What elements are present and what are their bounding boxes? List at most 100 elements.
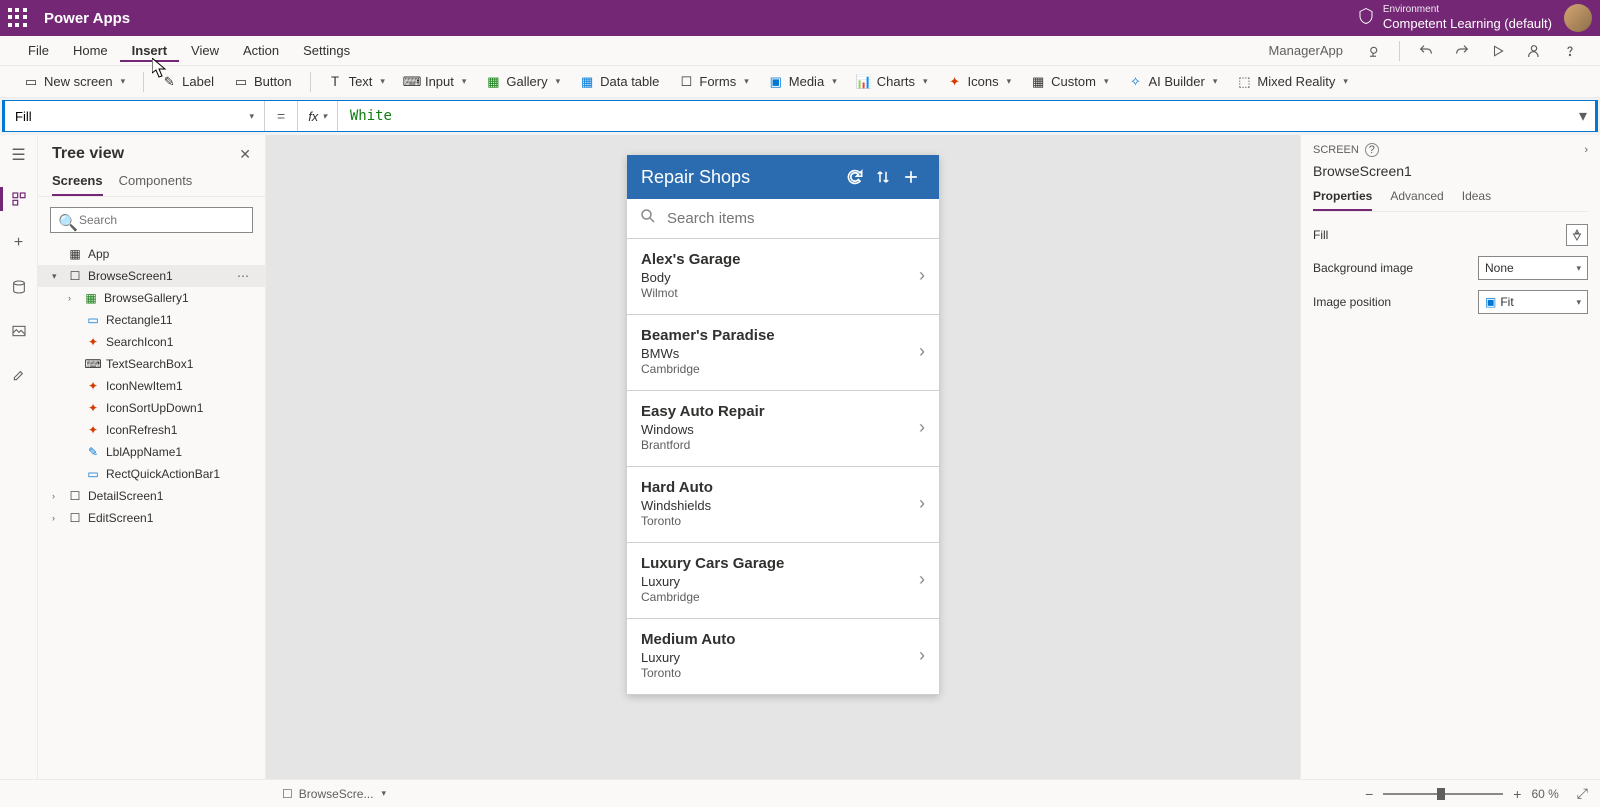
tree-item-detail-screen[interactable]: ›☐DetailScreen1: [38, 485, 265, 507]
list-item-title: Alex's Garage: [641, 251, 919, 268]
redo-button[interactable]: [1448, 37, 1476, 65]
menu-home[interactable]: Home: [61, 39, 120, 62]
props-collapse-icon[interactable]: ›: [1584, 144, 1588, 156]
custom-icon: ▦: [1031, 75, 1045, 89]
user-avatar[interactable]: [1564, 4, 1592, 32]
canvas-area[interactable]: Repair Shops Alex's Garage Body Wilmot ›…: [266, 135, 1300, 779]
props-tab-properties[interactable]: Properties: [1313, 189, 1372, 211]
rail-tree-icon[interactable]: [7, 187, 31, 211]
more-icon[interactable]: ⋯: [237, 269, 257, 283]
list-item-tertiary: Cambridge: [641, 362, 919, 376]
menu-settings[interactable]: Settings: [291, 39, 362, 62]
ai-builder-button[interactable]: ✧AI Builder▾: [1120, 70, 1225, 93]
preview-list-item[interactable]: Hard Auto Windshields Toronto ›: [627, 467, 939, 543]
app-preview[interactable]: Repair Shops Alex's Garage Body Wilmot ›…: [627, 155, 939, 695]
new-screen-button[interactable]: ▭New screen▾: [16, 70, 133, 93]
help-button[interactable]: [1556, 37, 1584, 65]
app-icon: ▦: [68, 247, 82, 261]
tree-tab-components[interactable]: Components: [119, 173, 193, 196]
fit-screen-button[interactable]: ⤢: [1577, 785, 1588, 802]
tree-tab-screens[interactable]: Screens: [52, 173, 103, 196]
play-button[interactable]: [1484, 37, 1512, 65]
tree-item-search-icon[interactable]: ✦SearchIcon1: [38, 331, 265, 353]
share-button[interactable]: [1520, 37, 1548, 65]
zoom-value: 60 %: [1531, 787, 1558, 801]
image-position-select[interactable]: ▣Fit▾: [1478, 290, 1588, 314]
chevron-right-icon: ›: [919, 569, 925, 590]
rail-tools-icon[interactable]: [7, 363, 31, 387]
tree-item-browse-screen[interactable]: ▾☐BrowseScreen1⋯: [38, 265, 265, 287]
rect-icon: ▭: [86, 467, 100, 481]
list-item-subtitle: Windshields: [641, 498, 919, 513]
icon-icon: ✦: [86, 401, 100, 415]
preview-search-input[interactable]: [667, 210, 927, 227]
charts-button[interactable]: 📊Charts▾: [849, 70, 936, 93]
rail-media-icon[interactable]: [7, 319, 31, 343]
app-checker-icon[interactable]: [1359, 37, 1387, 65]
label-button[interactable]: ✎Label: [154, 70, 222, 93]
preview-refresh-icon[interactable]: [841, 167, 869, 187]
fit-icon: ▣: [1485, 295, 1496, 309]
formula-expand-button[interactable]: ▾: [1571, 106, 1595, 126]
button-button[interactable]: ▭Button: [226, 70, 300, 93]
zoom-out-button[interactable]: −: [1365, 786, 1373, 802]
app-launcher-icon[interactable]: [8, 8, 28, 28]
fx-label[interactable]: fx▾: [298, 101, 338, 131]
zoom-in-button[interactable]: +: [1513, 786, 1521, 802]
screen-icon: ☐: [68, 269, 82, 283]
prop-bg-label: Background image: [1313, 261, 1413, 275]
breadcrumb-screen-name[interactable]: BrowseScre...: [299, 787, 374, 801]
rail-hamburger-icon[interactable]: ☰: [7, 143, 31, 167]
preview-list-item[interactable]: Luxury Cars Garage Luxury Cambridge ›: [627, 543, 939, 619]
screen-icon: ▭: [24, 75, 38, 89]
tree-search-input[interactable]: [50, 207, 253, 233]
preview-list-item[interactable]: Medium Auto Luxury Toronto ›: [627, 619, 939, 695]
forms-button[interactable]: ☐Forms▾: [671, 70, 756, 93]
menu-insert[interactable]: Insert: [120, 39, 179, 62]
selected-control-name: BrowseScreen1: [1313, 163, 1588, 179]
environment-label: Environment: [1383, 4, 1552, 16]
rail-insert-icon[interactable]: +: [7, 231, 31, 255]
gallery-button[interactable]: ▦Gallery▾: [478, 70, 568, 93]
media-button[interactable]: ▣Media▾: [761, 70, 845, 93]
fill-color-picker[interactable]: [1566, 224, 1588, 246]
menu-view[interactable]: View: [179, 39, 231, 62]
undo-button[interactable]: [1412, 37, 1440, 65]
tree-item-text-search[interactable]: ⌨TextSearchBox1: [38, 353, 265, 375]
tree-item-icon-refresh[interactable]: ✦IconRefresh1: [38, 419, 265, 441]
icons-button[interactable]: ✦Icons▾: [940, 70, 1020, 93]
rail-data-icon[interactable]: [7, 275, 31, 299]
preview-list-item[interactable]: Easy Auto Repair Windows Brantford ›: [627, 391, 939, 467]
tree-item-lbl-app[interactable]: ✎LblAppName1: [38, 441, 265, 463]
custom-button[interactable]: ▦Custom▾: [1023, 70, 1116, 93]
preview-search-bar[interactable]: [627, 199, 939, 239]
bg-image-select[interactable]: None▾: [1478, 256, 1588, 280]
mixed-reality-button[interactable]: ⬚Mixed Reality▾: [1229, 70, 1356, 93]
tree-item-rectangle[interactable]: ▭Rectangle11: [38, 309, 265, 331]
props-tab-advanced[interactable]: Advanced: [1390, 189, 1443, 211]
preview-list-item[interactable]: Alex's Garage Body Wilmot ›: [627, 239, 939, 315]
tree-item-icon-new[interactable]: ✦IconNewItem1: [38, 375, 265, 397]
tree-item-icon-sort[interactable]: ✦IconSortUpDown1: [38, 397, 265, 419]
search-icon: 🔍: [58, 213, 78, 233]
environment-picker[interactable]: Environment Competent Learning (default): [1357, 4, 1552, 32]
tree-item-rect-quick[interactable]: ▭RectQuickActionBar1: [38, 463, 265, 485]
props-tab-ideas[interactable]: Ideas: [1462, 189, 1491, 211]
preview-list-item[interactable]: Beamer's Paradise BMWs Cambridge ›: [627, 315, 939, 391]
preview-add-icon[interactable]: [897, 167, 925, 187]
data-table-button[interactable]: ▦Data table: [572, 70, 667, 93]
preview-sort-icon[interactable]: [869, 168, 897, 186]
zoom-slider[interactable]: [1383, 793, 1503, 795]
menu-action[interactable]: Action: [231, 39, 291, 62]
tree-item-app[interactable]: ▦App: [38, 243, 265, 265]
menu-file[interactable]: File: [16, 39, 61, 62]
info-icon[interactable]: ?: [1365, 143, 1379, 157]
breadcrumb-chevron[interactable]: ▾: [381, 788, 386, 799]
text-button[interactable]: ᎢText▾: [321, 70, 393, 93]
property-selector[interactable]: Fill▾: [5, 101, 265, 131]
tree-item-edit-screen[interactable]: ›☐EditScreen1: [38, 507, 265, 529]
input-button[interactable]: ⌨Input▾: [397, 70, 474, 93]
tree-item-gallery[interactable]: ›▦BrowseGallery1: [38, 287, 265, 309]
formula-input[interactable]: [338, 101, 1571, 131]
tree-close-button[interactable]: ✕: [239, 146, 251, 163]
